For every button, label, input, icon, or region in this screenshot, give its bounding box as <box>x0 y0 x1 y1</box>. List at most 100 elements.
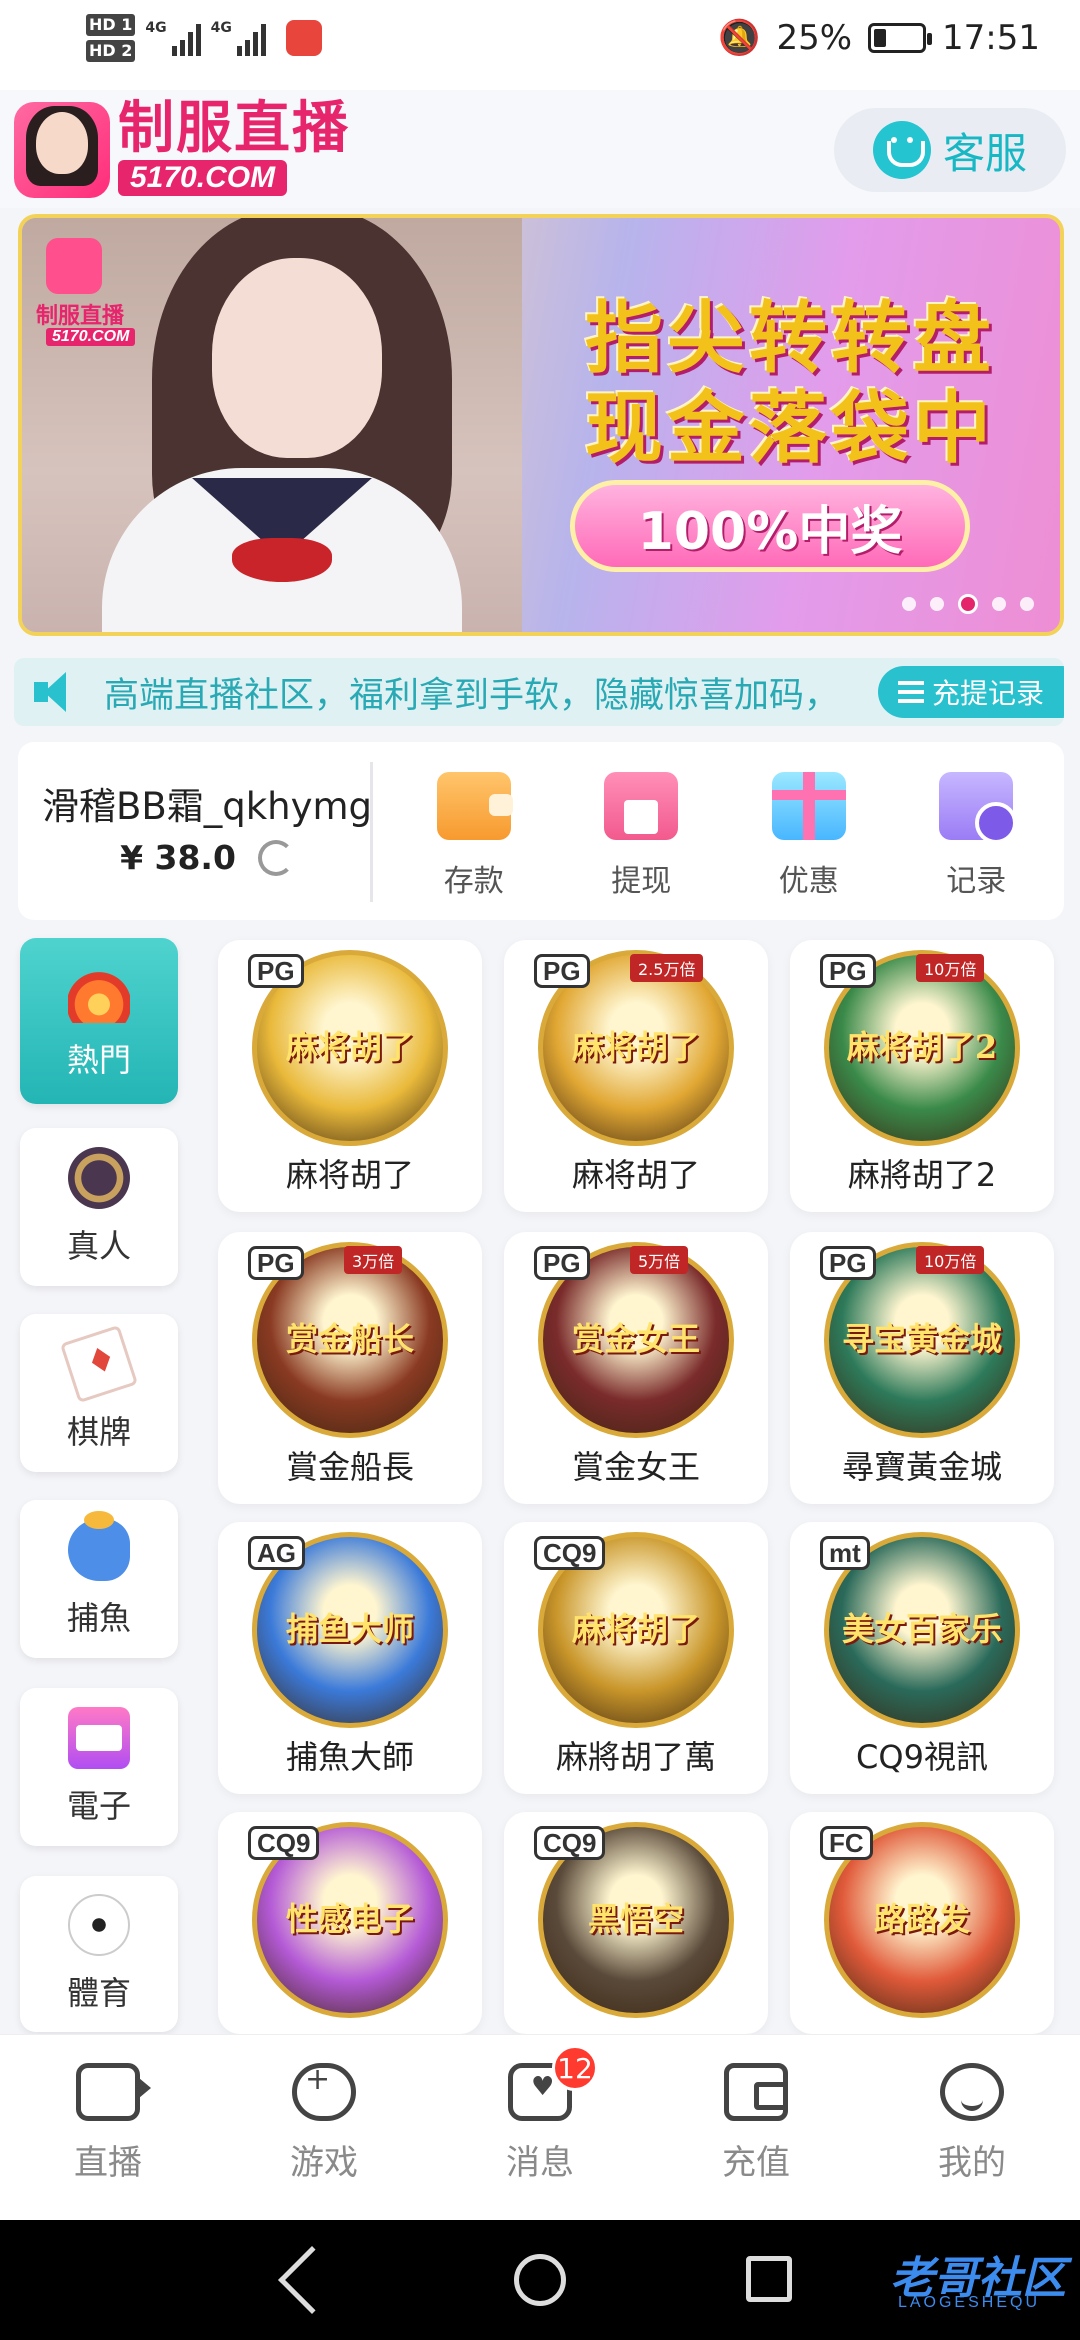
game-card[interactable]: 寻宝黄金城 PG 10万倍 尋寶黃金城 <box>790 1232 1054 1504</box>
list-icon <box>897 681 924 703</box>
recents-icon[interactable] <box>746 2256 792 2302</box>
tab-live[interactable]: 直播 <box>0 2035 216 2220</box>
tab-games[interactable]: 游戏 <box>216 2035 432 2220</box>
carousel-dot[interactable] <box>1020 597 1034 611</box>
huawei-app-icon <box>285 20 322 56</box>
tab-me[interactable]: 我的 <box>864 2035 1080 2220</box>
fire-icon <box>68 961 130 1023</box>
game-thumbnail-title: 性感电子 <box>285 1900 414 1938</box>
back-icon[interactable] <box>278 2246 346 2314</box>
smile-face-icon <box>940 2063 1004 2121</box>
wallet-actions: 存款 提现 优惠 记录 <box>390 772 1060 900</box>
game-card[interactable]: 美女百家乐 mt CQ9視訊 <box>790 1522 1054 1794</box>
deposit-button[interactable]: 存款 <box>390 772 558 900</box>
category-hot[interactable]: 熱門 <box>20 938 178 1104</box>
game-card[interactable]: 性感电子 CQ9 <box>218 1812 482 2034</box>
game-card[interactable]: 路路发 FC <box>790 1812 1054 2034</box>
category-slots[interactable]: 電子 <box>20 1688 178 1846</box>
game-thumbnail-title: 麻将胡了 <box>285 1028 414 1066</box>
home-icon[interactable] <box>514 2254 566 2306</box>
gift-icon <box>771 772 846 840</box>
withdraw-label: 提现 <box>611 864 672 899</box>
multiplier-badge: 10万倍 <box>916 1246 985 1274</box>
carousel-dot[interactable] <box>930 597 944 611</box>
status-right: 🔕 25% 17:51 <box>718 18 1040 58</box>
banner-logo-domain: 5170.COM <box>46 328 136 346</box>
carousel-dots[interactable] <box>902 594 1034 614</box>
watermark-subtext: LAOGESHEQU <box>897 2294 1040 2311</box>
game-card[interactable]: 黑悟空 CQ9 <box>504 1812 768 2034</box>
game-name: 麻将胡了 <box>285 1156 414 1194</box>
hd-indicators: HD 1 HD 2 <box>86 14 136 62</box>
carousel-dot[interactable] <box>902 597 916 611</box>
carousel-dot[interactable] <box>992 597 1006 611</box>
system-navigation-bar: 老哥社区 LAOGESHEQU <box>0 2220 1080 2340</box>
game-thumbnail-title: 寻宝黄金城 <box>841 1320 1002 1358</box>
game-card[interactable]: 麻将胡了 CQ9 麻將胡了萬 <box>504 1522 768 1794</box>
balance-amount: ¥ 38.0 <box>120 838 236 877</box>
game-card[interactable]: 麻将胡了2 PG 10万倍 麻將胡了2 <box>790 940 1054 1212</box>
promotions-label: 优惠 <box>778 864 839 899</box>
banner-prize-pill: 100%中奖 <box>570 480 970 572</box>
game-name: 捕魚大師 <box>285 1738 414 1776</box>
customer-service-button[interactable]: 客服 <box>834 108 1066 192</box>
game-name: CQ9視訊 <box>856 1738 988 1776</box>
game-thumbnail-title: 路路发 <box>873 1900 970 1938</box>
game-thumbnail-title: 赏金船长 <box>285 1320 414 1358</box>
tab-label: 直播 <box>74 2143 142 2183</box>
game-card[interactable]: 赏金女王 PG 5万倍 賞金女王 <box>504 1232 768 1504</box>
tab-messages[interactable]: 12 消息 <box>432 2035 648 2220</box>
category-label: 熱門 <box>66 1041 131 1079</box>
provider-badge: PG <box>248 954 304 988</box>
poker-card-icon <box>59 1324 139 1404</box>
net1-label: 4G <box>145 20 167 36</box>
records-button[interactable]: 记录 <box>893 772 1061 900</box>
provider-badge: CQ9 <box>248 1826 320 1860</box>
refresh-icon[interactable] <box>257 839 294 876</box>
fish-icon <box>68 1511 130 1581</box>
tab-label: 我的 <box>938 2143 1006 2183</box>
bottom-tab-bar: 直播 游戏 12 消息 充值 我的 <box>0 2034 1080 2220</box>
banner-logo-title: 制服直播 <box>36 303 125 329</box>
provider-badge: PG <box>534 1246 590 1280</box>
username: 滑稽BB霜_qkhymg <box>41 785 373 828</box>
logo-title: 制服直播 <box>118 95 350 161</box>
net2-label: 4G <box>210 20 232 36</box>
unread-badge: 12 <box>552 2045 598 2091</box>
logo-wordmark: 制服直播 5170.COM <box>118 98 350 196</box>
promo-banner[interactable]: 制服直播 5170.COM 指尖转转盘 现金落袋中 100%中奖 <box>18 214 1064 636</box>
game-name: 尋寶黃金城 <box>841 1448 1002 1486</box>
provider-badge: PG <box>820 954 876 988</box>
hd2-label: HD 2 <box>86 40 136 62</box>
game-thumbnail-title: 美女百家乐 <box>841 1610 1002 1648</box>
hd1-label: HD 1 <box>86 14 136 36</box>
promotions-button[interactable]: 优惠 <box>725 772 893 900</box>
game-card[interactable]: 麻将胡了 PG 麻将胡了 <box>218 940 482 1212</box>
logo-domain: 5170.COM <box>118 160 288 196</box>
folder-clock-icon <box>939 772 1018 844</box>
multiplier-badge: 2.5万倍 <box>630 954 704 982</box>
category-label: 捕魚 <box>66 1599 131 1637</box>
tab-label: 消息 <box>506 2143 574 2183</box>
tab-recharge[interactable]: 充值 <box>648 2035 864 2220</box>
announcement-marquee: 高端直播社区，福利拿到手软，隐藏惊喜加码， 充提记录 <box>14 658 1064 726</box>
app-logo[interactable] <box>14 102 110 198</box>
game-card[interactable]: 捕鱼大师 AG 捕魚大師 <box>218 1522 482 1794</box>
banner-photo: 制服直播 5170.COM <box>22 218 522 632</box>
game-card[interactable]: 麻将胡了 PG 2.5万倍 麻将胡了 <box>504 940 768 1212</box>
game-name: 麻將胡了2 <box>847 1156 997 1194</box>
carousel-dot[interactable] <box>958 594 978 614</box>
battery-percent: 25% <box>776 18 853 58</box>
game-thumbnail-title: 捕鱼大师 <box>285 1610 414 1648</box>
category-sports[interactable]: 體育 <box>20 1876 178 2032</box>
withdraw-button[interactable]: 提现 <box>558 772 726 900</box>
category-live[interactable]: 真人 <box>20 1128 178 1286</box>
banner-headline-2: 现金落袋中 <box>584 384 995 474</box>
deposit-withdraw-record-button[interactable]: 充提记录 <box>878 666 1064 718</box>
category-cards[interactable]: 棋牌 <box>20 1314 178 1472</box>
game-card[interactable]: 赏金船长 PG 3万倍 賞金船長 <box>218 1232 482 1504</box>
headset-icon <box>872 121 931 179</box>
category-fishing[interactable]: 捕魚 <box>20 1500 178 1658</box>
provider-badge: PG <box>534 954 590 988</box>
battery-icon <box>868 23 933 53</box>
